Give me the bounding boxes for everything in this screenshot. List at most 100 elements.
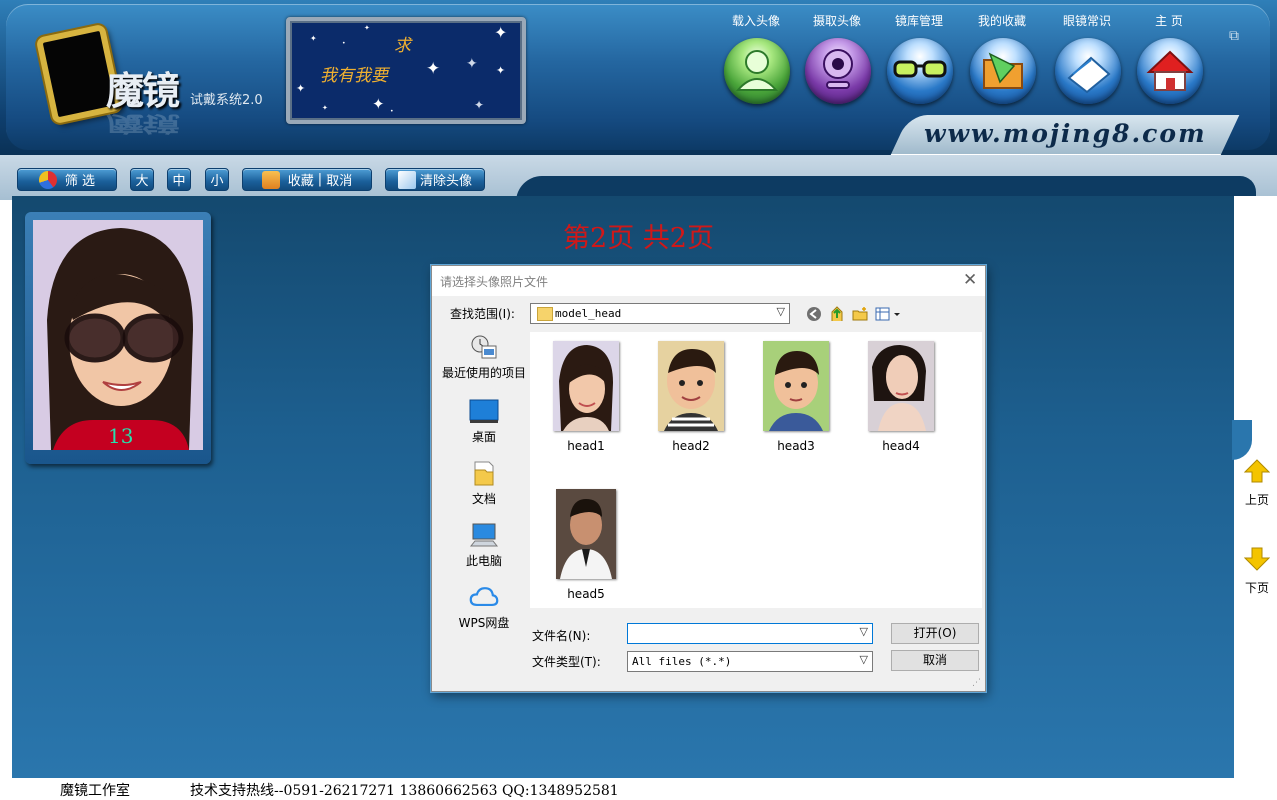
star-icon: ✦: [466, 56, 478, 72]
nav-glasses-library[interactable]: 镜库管理: [877, 10, 961, 110]
dialog-title: 请选择头像照片文件: [440, 275, 549, 289]
view-menu-icon[interactable]: [875, 306, 903, 322]
nav-label: 镜库管理: [894, 14, 943, 28]
file-item-head1[interactable]: head1: [546, 341, 626, 453]
place-label: 最近使用的项目: [441, 366, 526, 380]
nav-favorites[interactable]: 我的收藏: [960, 10, 1044, 110]
file-thumbnail: [868, 341, 934, 431]
star-icon: ✦: [494, 23, 508, 42]
size-medium-button[interactable]: 中: [167, 168, 191, 191]
place-label: 此电脑: [465, 554, 502, 568]
banner: ✦ • ✦ ✦ ✦ ✦ ✦ ✦ ✦ ✦ ✦ • 我有我要 求: [286, 17, 526, 124]
file-thumbnail: [553, 341, 619, 431]
clear-avatar-button[interactable]: 清除头像: [385, 168, 485, 191]
prev-page-button[interactable]: 上页: [1240, 458, 1274, 508]
star-icon: •: [342, 40, 346, 47]
lookin-value: model_head: [555, 307, 622, 320]
cancel-favorite-label[interactable]: 取消: [326, 170, 352, 189]
star-icon: ✦: [372, 95, 385, 113]
star-icon: ✦: [474, 98, 485, 112]
place-label: WPS网盘: [458, 616, 510, 630]
nav-glasses-knowledge[interactable]: 眼镜常识: [1045, 10, 1129, 110]
up-folder-icon[interactable]: [829, 306, 845, 322]
filetype-value: All files (*.*): [632, 655, 732, 668]
filetype-label: 文件类型(T):: [532, 655, 601, 669]
lookin-dropdown[interactable]: model_head ▽: [530, 303, 790, 324]
filter-label: 筛 选: [64, 174, 96, 189]
file-item-head2[interactable]: head2: [651, 341, 731, 453]
book-icon: [1067, 56, 1111, 94]
filetype-dropdown[interactable]: All files (*.*) ▽: [627, 651, 873, 672]
next-page-label: 下页: [1244, 581, 1269, 595]
file-item-head3[interactable]: head3: [756, 341, 836, 453]
place-documents[interactable]: 文档: [440, 460, 528, 507]
dialog-close-icon[interactable]: ✕: [963, 270, 977, 290]
logo-text: 魔镜: [106, 68, 180, 113]
logo-reflection: 魔镜: [106, 111, 179, 137]
place-this-pc[interactable]: 此电脑: [440, 522, 528, 569]
nav-label: 眼镜常识: [1062, 14, 1111, 28]
avatar-photo[interactable]: [33, 220, 203, 450]
studio-name: 魔镜工作室: [60, 783, 130, 799]
star-icon: ✦: [426, 59, 441, 79]
prev-page-label: 上页: [1244, 493, 1269, 507]
website-url[interactable]: www.mojing8.com: [924, 119, 1207, 148]
favorite-label[interactable]: 收藏: [288, 170, 314, 189]
documents-icon: [469, 460, 499, 486]
star-icon: ✦: [296, 82, 306, 95]
place-wps-cloud[interactable]: WPS网盘: [440, 584, 528, 631]
restore-window-icon[interactable]: ⧉: [1229, 28, 1245, 44]
avatar-number: 13: [108, 424, 134, 448]
nav-home[interactable]: 主 页: [1127, 10, 1211, 110]
place-desktop[interactable]: 桌面: [440, 398, 528, 445]
file-item-head4[interactable]: head4: [861, 341, 941, 453]
chevron-down-icon: ▽: [776, 305, 785, 318]
open-button[interactable]: 打开(O): [891, 623, 979, 644]
support-hotline: 技术支持热线--0591-26217271 13860662563 QQ:134…: [190, 783, 619, 799]
file-thumbnail: [556, 489, 616, 579]
nav-label: 主 页: [1155, 14, 1183, 28]
banner-slogan: 我有我要: [320, 66, 388, 86]
place-recent[interactable]: 最近使用的项目: [440, 334, 528, 381]
filename-label: 文件名(N):: [532, 629, 591, 643]
file-thumbnail: [763, 341, 829, 431]
folder-icon: [983, 52, 1023, 89]
star-icon: ✦: [364, 24, 370, 32]
size-large-label: 大: [135, 174, 149, 189]
favorite-folder-icon: [261, 170, 280, 189]
nav-load-avatar[interactable]: 载入头像: [714, 10, 798, 110]
open-file-dialog: 请选择头像照片文件 ✕ 查找范围(I): model_head ▽ 最近使用的项…: [431, 265, 986, 692]
nav-capture-avatar[interactable]: 摄取头像: [795, 10, 879, 110]
file-name: head3: [777, 439, 815, 453]
computer-icon: [469, 522, 499, 548]
separator: |: [317, 172, 323, 187]
place-label: 桌面: [471, 430, 496, 444]
file-item-head5[interactable]: head5: [546, 489, 626, 601]
star-icon: ✦: [322, 104, 328, 112]
favorite-cancel-button[interactable]: 收藏 | 取消: [242, 168, 372, 191]
filter-button[interactable]: 筛 选: [17, 168, 117, 191]
file-list: head1 head2 head3 head4 head5: [530, 332, 982, 608]
resize-grip-icon[interactable]: ⋰: [972, 678, 981, 688]
places-bar: 最近使用的项目 桌面 文档 此电脑 WPS网盘: [436, 332, 528, 684]
pie-chart-icon: [38, 170, 57, 189]
filename-input[interactable]: ▽: [627, 623, 873, 644]
banner-slogan-2: 求: [394, 36, 411, 56]
size-medium-label: 中: [172, 174, 186, 189]
back-icon[interactable]: [806, 306, 822, 322]
size-large-button[interactable]: 大: [130, 168, 154, 191]
place-label: 文档: [471, 492, 496, 506]
chevron-down-icon[interactable]: ▽: [860, 625, 868, 638]
new-folder-icon[interactable]: [852, 306, 868, 322]
size-small-button[interactable]: 小: [205, 168, 229, 191]
cloud-icon: [469, 584, 499, 610]
cancel-button[interactable]: 取消: [891, 650, 979, 671]
clear-avatar-label: 清除头像: [419, 174, 472, 189]
star-icon: ✦: [310, 34, 317, 43]
size-small-label: 小: [210, 174, 224, 189]
desktop-icon: [469, 398, 499, 424]
home-icon: [1146, 50, 1194, 91]
eraser-icon: [397, 170, 416, 189]
next-page-button[interactable]: 下页: [1240, 546, 1274, 596]
nav-label: 摄取头像: [812, 14, 861, 28]
